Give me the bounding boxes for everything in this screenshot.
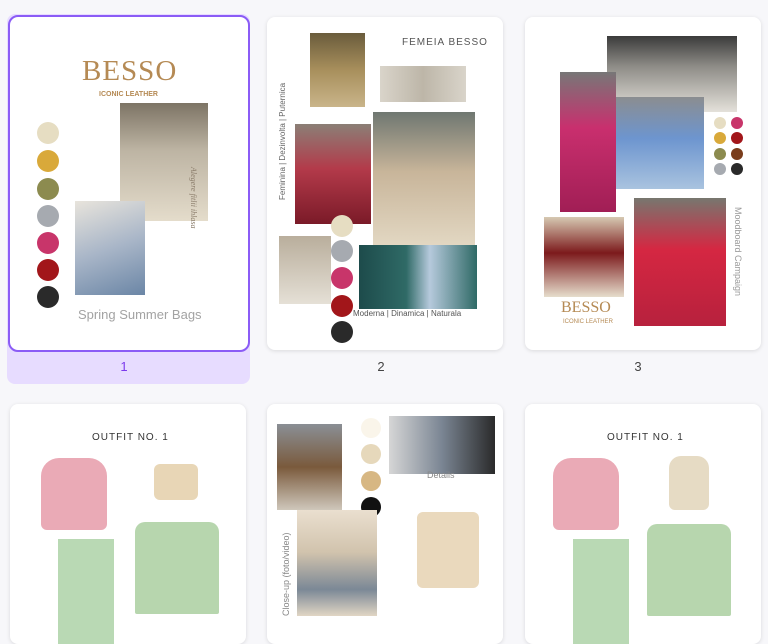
photo-woman-leopard-coat bbox=[310, 33, 365, 107]
page-number-2: 2 bbox=[377, 359, 385, 374]
brand-tagline: ICONIC LEATHER bbox=[563, 319, 613, 325]
photo-grey-bag-details bbox=[389, 416, 495, 474]
photo-bag-cafe bbox=[277, 424, 342, 510]
outfit-title: OUTFIT NO. 1 bbox=[607, 432, 684, 443]
beige-bag-image bbox=[154, 464, 198, 500]
swatch-4 bbox=[331, 295, 353, 317]
page-thumbnail-5[interactable]: Details Close-up (foto/video) bbox=[267, 404, 503, 644]
details-label: Details bbox=[427, 470, 455, 480]
brand-title: BESSO bbox=[561, 299, 611, 316]
brand-tagline: ICONIC LEATHER bbox=[99, 91, 158, 98]
photo-red-bag bbox=[544, 217, 624, 297]
page-thumbnail-6[interactable]: OUTFIT NO. 1 bbox=[525, 404, 761, 644]
side-caption: Feminina | Dezinvolta | Puternica bbox=[278, 82, 287, 200]
side-caption: Close-up (foto/video) bbox=[281, 532, 291, 616]
swatch-2 bbox=[331, 240, 353, 262]
swatch-2 bbox=[37, 150, 59, 172]
page-title: FEMEIA BESSO bbox=[402, 37, 488, 48]
photo-beige-crossbody-bag bbox=[417, 512, 479, 588]
photo-woman-blue-shirt bbox=[359, 245, 477, 309]
swatch-3 bbox=[37, 178, 59, 200]
photo-woman-blue-jacket bbox=[616, 97, 704, 189]
cream-backpack-image bbox=[669, 456, 709, 510]
page-thumbnail-3[interactable]: Moodboard Campaign BESSO ICONIC LEATHER bbox=[525, 17, 761, 350]
swatch-5 bbox=[331, 321, 353, 343]
script-caption: Alegere fitlii ihlasa bbox=[189, 167, 198, 229]
swatch-5 bbox=[37, 232, 59, 254]
photo-woman-beige-suit bbox=[373, 112, 475, 245]
swatch-1 bbox=[37, 122, 59, 144]
swatch-6 bbox=[37, 259, 59, 281]
swatch-1 bbox=[714, 117, 726, 129]
page-thumbnail-4[interactable]: OUTFIT NO. 1 bbox=[10, 404, 246, 644]
photo-woman-pink-suit bbox=[560, 72, 616, 212]
photo-woman-red-suit bbox=[295, 124, 371, 224]
photo-hands-grey-bag bbox=[297, 510, 377, 616]
photo-woman-white-top bbox=[380, 66, 466, 102]
page-number-1: 1 bbox=[120, 359, 128, 374]
swatch-7 bbox=[714, 163, 726, 175]
brand-title: BESSO bbox=[82, 55, 178, 87]
pink-blouse-image bbox=[553, 458, 619, 530]
outfit-title: OUTFIT NO. 1 bbox=[92, 432, 169, 443]
photo-woman-blue-dress bbox=[75, 201, 145, 295]
pink-blouse-image bbox=[41, 458, 107, 530]
swatch-5 bbox=[714, 148, 726, 160]
photo-woman-red-dress bbox=[634, 198, 726, 326]
page-thumbnail-2[interactable]: FEMEIA BESSO Feminina | Dezinvolta | Put… bbox=[267, 17, 503, 350]
green-trousers-image bbox=[573, 539, 629, 644]
swatch-2 bbox=[361, 444, 381, 464]
photo-woman-white-outfit bbox=[279, 236, 331, 304]
green-trousers-image bbox=[58, 539, 114, 644]
green-blazer-image bbox=[647, 524, 731, 616]
page-thumbnail-1[interactable]: BESSO ICONIC LEATHER Alegere fitlii ihla… bbox=[8, 15, 250, 352]
green-blazer-image bbox=[135, 522, 219, 614]
swatch-8 bbox=[731, 163, 743, 175]
page-number-3: 3 bbox=[634, 359, 642, 374]
swatch-3 bbox=[331, 267, 353, 289]
swatch-1 bbox=[331, 215, 353, 237]
swatch-2 bbox=[731, 117, 743, 129]
swatch-1 bbox=[361, 418, 381, 438]
footer-caption: Moderna | Dinamica | Naturala bbox=[353, 309, 462, 318]
footer-caption: Spring Summer Bags bbox=[78, 307, 202, 322]
swatch-4 bbox=[37, 205, 59, 227]
swatch-7 bbox=[37, 286, 59, 308]
swatch-4 bbox=[731, 132, 743, 144]
swatch-6 bbox=[731, 148, 743, 160]
side-caption: Moodboard Campaign bbox=[733, 207, 743, 297]
swatch-3 bbox=[714, 132, 726, 144]
swatch-3 bbox=[361, 471, 381, 491]
